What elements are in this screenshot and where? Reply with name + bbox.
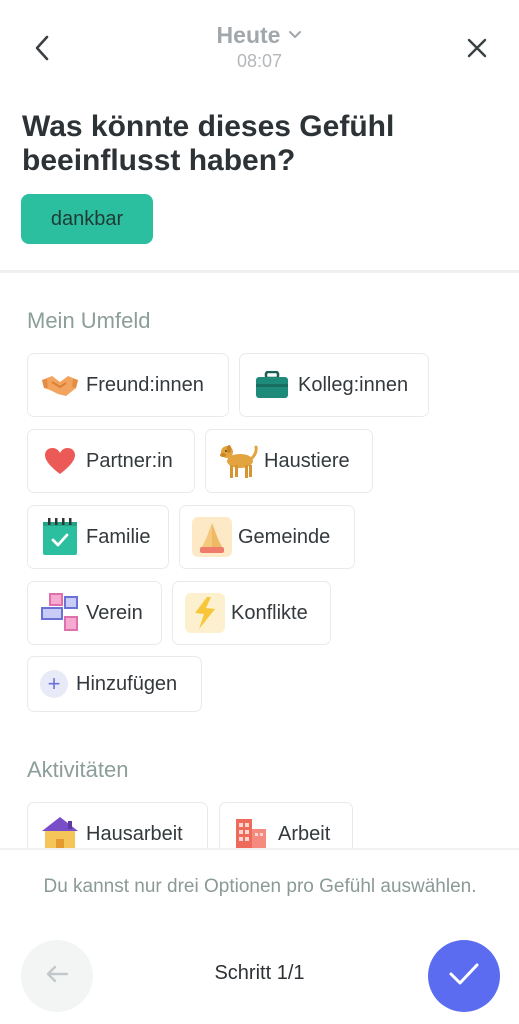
briefcase-icon — [252, 365, 292, 405]
option-konflikte[interactable]: Konflikte — [172, 581, 331, 645]
dog-icon — [218, 441, 258, 481]
checkmark-icon — [448, 962, 480, 991]
option-arbeit[interactable]: Arbeit — [219, 802, 353, 848]
option-label: Gemeinde — [238, 525, 331, 548]
option-label: Hausarbeit — [86, 822, 183, 845]
influence-options-list[interactable]: Mein Umfeld Freund:innen Kolleg:innen Pa… — [0, 273, 519, 848]
heart-icon — [40, 441, 80, 481]
option-label: Verein — [86, 601, 143, 624]
house-icon — [40, 814, 80, 848]
close-button[interactable] — [462, 34, 492, 66]
blocks-icon — [40, 593, 80, 633]
option-label: Partner:in — [86, 449, 173, 472]
option-freundinnen[interactable]: Freund:innen — [27, 353, 229, 417]
entry-time: 08:07 — [236, 51, 283, 71]
section-title-aktivitaeten: Aktivitäten — [27, 757, 129, 782]
chevron-down-icon — [288, 27, 302, 45]
lightning-icon — [185, 593, 225, 633]
date-label: Heute — [216, 22, 281, 48]
option-partnerin[interactable]: Partner:in — [27, 429, 195, 493]
confirm-button[interactable] — [428, 940, 500, 1012]
date-selector[interactable]: Heute — [217, 22, 303, 49]
option-haustiere[interactable]: Haustiere — [205, 429, 373, 493]
option-label: Haustiere — [264, 449, 350, 472]
plus-icon: + — [40, 670, 68, 698]
page-title: Was könnte dieses Gefühl beeinflusst hab… — [22, 110, 395, 177]
office-building-icon — [232, 814, 272, 848]
footer: Du kannst nur drei Optionen pro Gefühl a… — [0, 848, 519, 1024]
option-label: Arbeit — [278, 822, 331, 845]
option-kolleginnen[interactable]: Kolleg:innen — [239, 353, 429, 417]
option-gemeinde[interactable]: Gemeinde — [179, 505, 355, 569]
option-label: Freund:innen — [86, 373, 204, 396]
feeling-chip[interactable]: dankbar — [21, 194, 153, 244]
section-title-umfeld: Mein Umfeld — [27, 308, 151, 333]
option-familie[interactable]: Familie — [27, 505, 169, 569]
option-hausarbeit[interactable]: Hausarbeit — [27, 802, 208, 848]
add-option-button[interactable]: + Hinzufügen — [27, 656, 202, 712]
praying-hands-icon — [192, 517, 232, 557]
option-verein[interactable]: Verein — [27, 581, 162, 645]
option-label: Kolleg:innen — [298, 373, 409, 396]
calendar-check-icon — [40, 517, 80, 557]
option-label: Konflikte — [231, 601, 308, 624]
option-label: Familie — [86, 525, 151, 548]
add-option-label: Hinzufügen — [76, 672, 178, 695]
selection-limit-note: Du kannst nur drei Optionen pro Gefühl a… — [43, 876, 477, 897]
handshake-icon — [40, 365, 80, 405]
close-icon — [466, 37, 488, 64]
header: Heute 08:07 — [0, 0, 519, 100]
